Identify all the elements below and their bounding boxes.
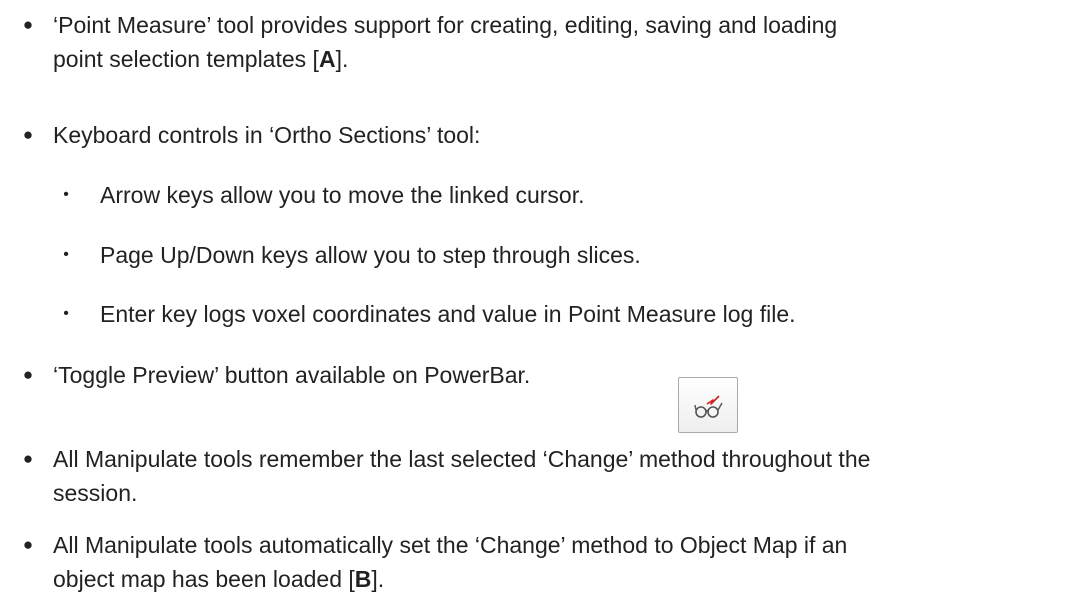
document: ● ‘Point Measure’ tool provides support … <box>0 0 1087 609</box>
list-item-text: All Manipulate tools remember the last s… <box>53 442 1077 510</box>
list-item-text: ‘Toggle Preview’ button available on Pow… <box>53 362 531 388</box>
reference-label: B <box>354 566 372 592</box>
text-line: object map has been loaded [B]. <box>53 562 1077 596</box>
list-item-text: Keyboard controls in ‘Ortho Sections’ to… <box>53 122 481 148</box>
sub-list-item-text: Arrow keys allow you to move the linked … <box>100 182 585 208</box>
text-line: All Manipulate tools remember the last s… <box>53 446 871 472</box>
sub-list-item-text: Page Up/Down keys allow you to step thro… <box>100 242 641 268</box>
list-item-text: All Manipulate tools automatically set t… <box>53 528 1077 596</box>
text-line: point selection templates [A]. <box>53 42 1077 76</box>
bullet: ● <box>22 365 34 384</box>
glasses-icon <box>694 395 723 418</box>
text-line: session. <box>53 480 138 506</box>
reference-label: A <box>318 46 336 72</box>
list-item-text: ‘Point Measure’ tool provides support fo… <box>53 8 1077 76</box>
text-line: ‘Point Measure’ tool provides support fo… <box>53 12 838 38</box>
bullet: ● <box>22 449 34 468</box>
text-fragment: object map has been loaded [ <box>53 566 355 592</box>
bullet: ● <box>22 15 34 34</box>
text-fragment: ]. <box>335 46 349 72</box>
bullet: ● <box>22 125 34 144</box>
text-fragment: point selection templates [ <box>53 46 319 72</box>
toggle-preview-button[interactable] <box>678 377 738 433</box>
text-fragment: ]. <box>371 566 385 592</box>
sub-bullet: • <box>63 186 69 203</box>
sub-bullet: • <box>63 246 69 263</box>
sub-bullet: • <box>63 305 69 322</box>
text-line: All Manipulate tools automatically set t… <box>53 532 848 558</box>
bullet: ● <box>22 535 34 554</box>
sub-list-item-text: Enter key logs voxel coordinates and val… <box>100 301 796 327</box>
